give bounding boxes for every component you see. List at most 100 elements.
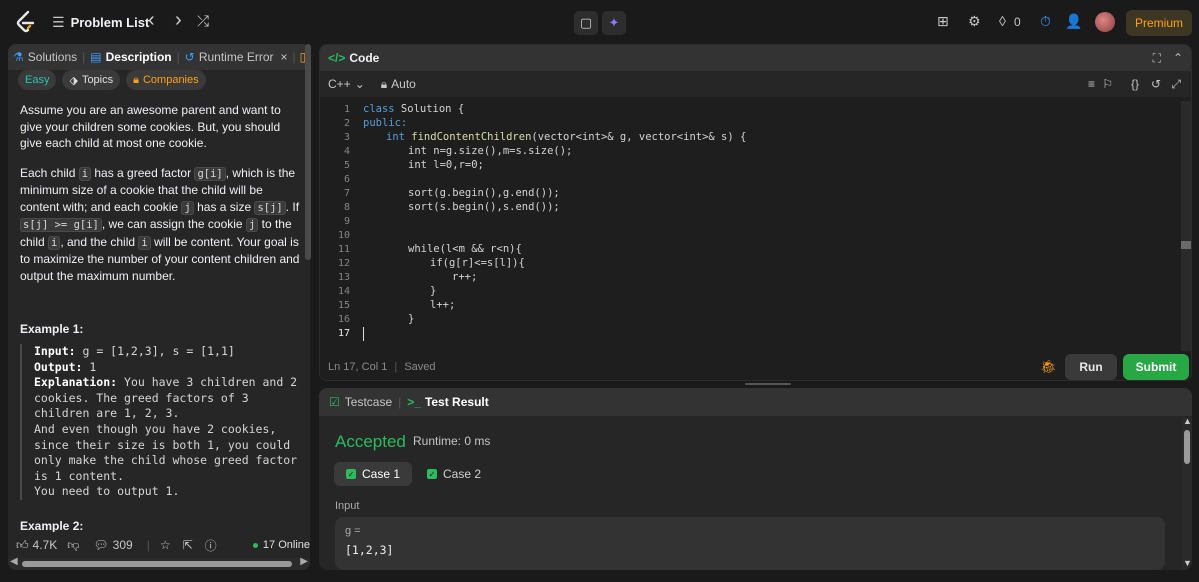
flame-icon[interactable]: ◊ [999,13,1006,29]
line-number: 2 [343,118,350,129]
star-icon[interactable]: ☆ [160,538,171,552]
inline-code: i [138,235,151,250]
code-line[interactable]: int l=0,r=0; [408,159,484,171]
code-line[interactable]: int findContentChildren(vector<int>& g, … [386,131,746,143]
share-icon[interactable]: ⇱ [183,538,193,552]
collapse-icon[interactable]: ⌃ [1173,51,1183,65]
inline-code: i [48,235,61,250]
avatar[interactable] [1095,12,1115,32]
desc-text: Each child [20,165,79,180]
help-icon[interactable]: ⓘ [205,537,217,554]
desc-text: , we can assign the cookie [101,217,246,231]
description-scrollbar[interactable] [305,44,311,260]
code-editor[interactable]: 1 2 3 4 5 6 7 8 9 10 11 12 13 14 15 16 17 class Solution… [320,101,1191,351]
reset-icon[interactable]: ↺ [1151,77,1161,91]
scroll-up-icon[interactable]: ▲ [1183,416,1192,426]
code-line[interactable]: if(g[r]<=s[l]){ [430,257,525,269]
cursor-position: Ln 17, Col 1 [328,361,388,373]
online-count: 17 Online [253,539,310,551]
line-number: 12 [337,258,350,269]
leetcode-logo-icon[interactable] [14,10,36,34]
tab-solutions-label: Solutions [27,50,78,64]
case-1-tab[interactable]: ✓ Case 1 [334,462,413,486]
result-scrollbar[interactable]: ▲ ▼ [1182,416,1192,570]
line-number: 15 [337,300,350,311]
ai-assistant-button[interactable]: ✦ [602,11,626,35]
fullscreen-icon[interactable]: ⛶ [1153,51,1161,66]
horizontal-scrollbar[interactable]: ◀ ▶ [8,556,310,570]
tab-description[interactable]: ▤ Description [85,50,176,64]
desc-text: has a size [193,199,255,214]
tab-test-result[interactable]: >_ Test Result [407,395,488,409]
footer-divider: | [146,538,150,552]
dislike-button[interactable]: 👎︎ [67,538,79,553]
prev-problem-icon[interactable]: ‹ [148,9,155,32]
code-line[interactable]: while(l<m && r<n){ [408,243,522,255]
notes-button[interactable]: ▢ [574,11,598,35]
autocomplete-mode[interactable]: 🔒︎ Auto [381,77,416,92]
list-icon: ☰ [52,14,65,30]
format-icon[interactable]: ≡ [1088,77,1095,91]
case-2-tab[interactable]: ✓ Case 2 [415,462,493,486]
submit-button[interactable]: Submit [1123,354,1189,380]
scrollbar-thumb[interactable] [22,561,292,567]
problem-list-button[interactable]: ☰ Problem List [52,14,149,31]
braces-icon[interactable]: {} [1131,77,1139,91]
code-line[interactable]: class Solution { [363,103,464,115]
verdict: Accepted [335,432,406,451]
result-tabs: ☑ Testcase | >_ Test Result [319,388,1192,416]
tab-testcase[interactable]: ☑ Testcase [329,395,392,409]
code-line[interactable]: sort(g.begin(),g.end()); [408,187,560,199]
language-select[interactable]: C++ ⌄ [328,77,365,91]
code-line[interactable]: int n=g.size(),m=s.size(); [408,145,572,157]
debug-bug-icon[interactable]: 🐞︎ [1040,359,1057,375]
example-1-title: Example 1: [20,322,84,336]
scroll-down-icon[interactable]: ▼ [1183,558,1192,568]
panel-resize-handle[interactable] [745,383,791,385]
code-line[interactable]: } [408,313,414,325]
bookmark-icon[interactable]: ⚐ [1102,77,1113,91]
code-line[interactable]: public: [363,117,407,129]
code-line[interactable]: l++; [430,299,455,311]
companies-tag[interactable]: 🔒︎ Companies [126,70,206,90]
line-number: 1 [343,104,350,115]
comment-icon: 💬︎ [93,538,109,552]
code-toolbar: C++ ⌄ 🔒︎ Auto ≡ ⚐ {} ↺ ⤢ [320,71,1191,97]
run-button[interactable]: Run [1065,354,1117,380]
shuffle-icon[interactable]: ⤮ [197,13,209,30]
tab-solutions[interactable]: ⚗ Solutions [8,50,82,64]
close-icon[interactable]: × [281,50,288,64]
input-label: Input: [34,344,76,358]
timer-icon[interactable]: ⏱ [1040,13,1051,30]
variable-value: [1,2,3] [345,543,394,557]
thumbs-down-icon: 👎︎ [67,537,80,552]
code-line[interactable]: } [430,285,436,297]
difficulty-badge[interactable]: Easy [18,70,57,90]
case-1-label: Case 1 [362,467,401,481]
topics-tag[interactable]: ⬗ Topics [62,70,121,90]
premium-button[interactable]: Premium [1126,10,1192,36]
scrollbar-thumb[interactable] [1181,241,1191,249]
result-panel: ☑ Testcase | >_ Test Result Accepted Run… [319,388,1192,570]
description-paragraph: Assume you are an awesome parent and wan… [20,103,281,150]
comments-button[interactable]: 💬︎ 309 [93,538,132,552]
chevron-down-icon: ⌄ [354,77,365,91]
add-user-icon[interactable]: 👤 [1065,13,1082,30]
layout-grid-icon[interactable]: ⊞ [937,13,949,30]
like-button[interactable]: 👍︎ 4.7K [16,538,57,553]
scrollbar-thumb[interactable] [1184,430,1190,464]
expand-icon[interactable]: ⤢ [1171,77,1181,92]
scroll-left-icon[interactable]: ◀ [10,556,18,567]
code-line[interactable]: r++; [452,271,477,283]
editor-status: Ln 17, Col 1 | Saved [328,361,436,373]
line-number: 5 [343,160,350,171]
code-line[interactable]: sort(s.begin(),s.end()); [408,201,560,213]
tab-runtime-error[interactable]: ↺ Runtime Error × [180,50,293,64]
editor-scrollbar[interactable] [1181,101,1191,351]
scroll-right-icon[interactable]: ▶ [300,556,308,567]
code-text: (vector<int>& g, vector<int>& s) { [531,131,747,143]
gear-icon[interactable]: ⚙ [968,13,981,30]
line-number: 14 [337,286,350,297]
line-number: 16 [337,314,350,325]
next-problem-icon[interactable]: › [175,9,182,32]
